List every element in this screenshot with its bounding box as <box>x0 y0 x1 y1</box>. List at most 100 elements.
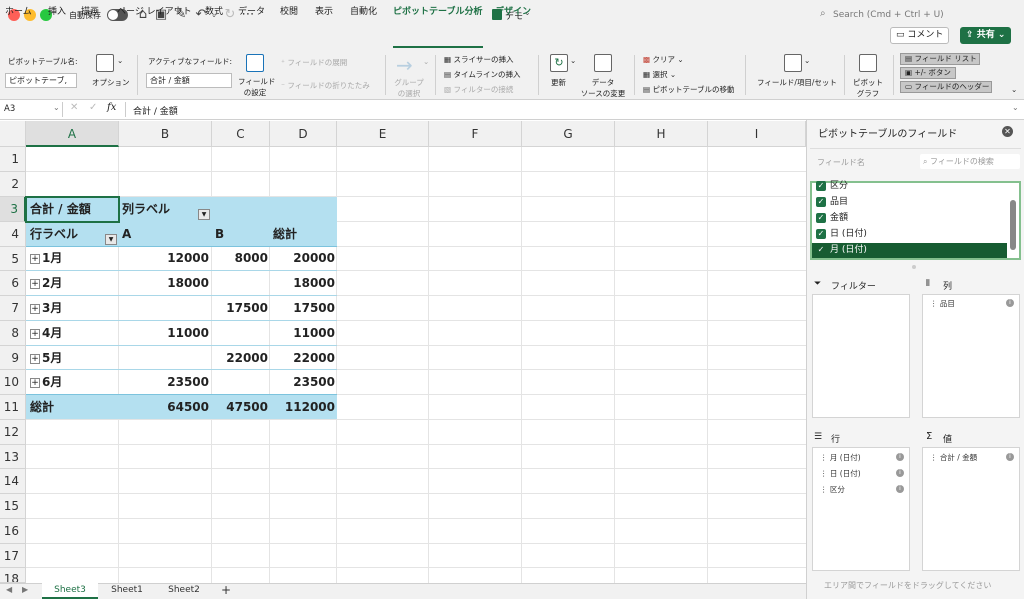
pivot-cell-b[interactable]: 22000 <box>212 346 268 370</box>
pivot-cell-b[interactable]: 8000 <box>212 246 268 270</box>
select-button[interactable]: ▦ 選択 ⌄ <box>643 69 676 80</box>
row-header-13[interactable]: 13 <box>0 445 26 469</box>
row-header-9[interactable]: 9 <box>0 346 26 370</box>
expand-field-button[interactable]: ⁺ フィールドの展開 <box>281 57 347 68</box>
tab-data[interactable]: データ <box>238 4 265 17</box>
move-pivot-button[interactable]: ▤ ピボットテーブルの移動 <box>643 84 735 95</box>
pivot-cell-total[interactable]: 11000 <box>270 321 335 345</box>
row-filter-dropdown-icon[interactable]: ▼ <box>105 234 117 245</box>
field-list-scrollbar[interactable] <box>1010 200 1016 250</box>
checkbox-checked-icon[interactable]: ✓ <box>816 212 826 223</box>
field-item-kubun[interactable]: ✓ 区分 <box>816 179 1006 194</box>
expand-icon[interactable]: + <box>30 353 40 364</box>
pivot-chart-button[interactable]: ピボット グラフ <box>849 77 887 99</box>
tab-formulas[interactable]: 数式 <box>205 4 223 17</box>
column-header-g[interactable]: G <box>522 121 615 147</box>
options-button[interactable]: オプション <box>92 77 130 88</box>
expand-icon[interactable]: + <box>30 303 40 314</box>
field-search-input[interactable]: ⌕ フィールドの検索 <box>920 154 1020 169</box>
formula-input[interactable]: 合計 / 金額 <box>133 104 178 117</box>
rows-item[interactable]: ⋮ 区分 <box>820 484 845 495</box>
pivot-row-label[interactable]: +1月 <box>30 246 62 270</box>
tab-automate[interactable]: 自動化 <box>350 4 377 17</box>
refresh-icon[interactable]: ↻ <box>550 54 568 72</box>
field-item-month[interactable]: ✓ 月 (日付) <box>812 243 1007 258</box>
field-item-kingaku[interactable]: ✓ 金額 <box>816 211 1006 226</box>
column-header-d[interactable]: D <box>270 121 337 147</box>
filter-connections-button[interactable]: ▧ フィルターの接続 <box>444 84 513 95</box>
tab-home[interactable]: ホーム <box>5 4 32 17</box>
ribbon-collapse-icon[interactable]: ⌄ <box>1011 85 1017 94</box>
row-header-15[interactable]: 15 <box>0 494 26 519</box>
column-header-e[interactable]: E <box>337 121 429 147</box>
fields-items-sets-icon[interactable] <box>784 54 802 72</box>
collapse-field-button[interactable]: ⁻ フィールドの折りたたみ <box>281 80 370 91</box>
expand-icon[interactable]: + <box>30 253 40 264</box>
function-icon[interactable]: fx <box>107 102 116 113</box>
name-box-chevron-icon[interactable]: ⌄ <box>53 103 60 112</box>
fields-items-chevron-icon[interactable]: ⌄ <box>804 56 810 65</box>
pivot-cell-total[interactable]: 17500 <box>270 296 335 320</box>
tab-insert[interactable]: 挿入 <box>48 4 66 17</box>
fields-items-sets-button[interactable]: フィールド/項目/セット <box>757 77 837 88</box>
row-header-18[interactable]: 18 <box>0 568 26 583</box>
row-header-5[interactable]: 5 <box>0 247 26 271</box>
info-icon[interactable]: i <box>896 469 904 477</box>
group-chevron-icon[interactable]: ⌄ <box>423 57 429 66</box>
row-header-10[interactable]: 10 <box>0 370 26 395</box>
pivot-total-header[interactable]: 総計 <box>273 222 297 246</box>
row-header-3[interactable]: 3 <box>0 197 26 222</box>
row-header-2[interactable]: 2 <box>0 172 26 197</box>
search-input[interactable]: Search (Cmd + Ctrl + U) <box>833 10 944 20</box>
tab-draw[interactable]: 描画 <box>81 4 99 17</box>
checkbox-checked-icon[interactable]: ✓ <box>816 196 826 207</box>
column-header-f[interactable]: F <box>429 121 522 147</box>
row-header-12[interactable]: 12 <box>0 420 26 445</box>
pivot-grand-total-label[interactable]: 総計 <box>30 395 54 419</box>
sheet-prev-icon[interactable]: ◀ <box>6 585 12 594</box>
field-item-hinmoku[interactable]: ✓ 品目 <box>816 195 1006 210</box>
row-header-4[interactable]: 4 <box>0 222 26 247</box>
cancel-icon[interactable]: ✕ <box>70 102 78 113</box>
pivot-row-label[interactable]: +5月 <box>30 346 62 370</box>
info-icon[interactable]: i <box>896 453 904 461</box>
share-button[interactable]: ⇪ 共有 ⌄ <box>960 27 1012 44</box>
checkbox-checked-icon[interactable]: ✓ <box>816 228 826 239</box>
pivot-grand-total-a[interactable]: 64500 <box>119 395 209 419</box>
pivot-column-labels[interactable]: 列ラベル <box>122 197 170 221</box>
info-icon[interactable]: i <box>896 485 904 493</box>
values-drop-area[interactable] <box>922 447 1020 571</box>
refresh-chevron-icon[interactable]: ⌄ <box>570 56 576 65</box>
options-icon[interactable] <box>96 54 114 72</box>
field-settings-button[interactable]: フィールド の設定 <box>238 76 275 98</box>
pivot-col-b-header[interactable]: B <box>215 222 224 246</box>
sheet-tab-sheet3[interactable]: Sheet3 <box>42 583 98 599</box>
info-icon[interactable]: i <box>1006 453 1014 461</box>
sheet-tab-sheet1[interactable]: Sheet1 <box>100 583 154 599</box>
field-item-day[interactable]: ✓ 日 (日付) <box>816 227 1006 242</box>
expand-icon[interactable]: + <box>30 377 40 388</box>
confirm-icon[interactable]: ✓ <box>89 102 97 113</box>
pivot-cell-a[interactable]: 11000 <box>119 321 209 345</box>
column-header-a[interactable]: A <box>26 121 119 147</box>
pivot-grand-total-b[interactable]: 47500 <box>212 395 268 419</box>
filter-drop-area[interactable] <box>812 294 910 418</box>
pivot-cell-a[interactable]: 12000 <box>119 246 209 270</box>
pivot-grand-total[interactable]: 112000 <box>270 395 335 419</box>
pivot-cell-total[interactable]: 20000 <box>270 246 335 270</box>
tab-review[interactable]: 校閲 <box>280 4 298 17</box>
checkbox-checked-icon[interactable]: ✓ <box>816 244 826 255</box>
field-headers-toggle[interactable]: ▭ フィールドのヘッダー <box>900 81 992 93</box>
plus-minus-toggle[interactable]: ▣ +/- ボタン <box>900 67 956 79</box>
pivot-cell-a[interactable]: 23500 <box>119 370 209 394</box>
pivot-col-a-header[interactable]: A <box>122 222 131 246</box>
pivot-row-label[interactable]: +6月 <box>30 370 62 394</box>
row-header-6[interactable]: 6 <box>0 271 26 296</box>
columns-item[interactable]: ⋮ 品目 <box>930 298 955 309</box>
pivot-row-label[interactable]: +3月 <box>30 296 62 320</box>
insert-timeline-button[interactable]: ▤ タイムラインの挿入 <box>444 69 520 80</box>
redo-icon[interactable]: ↻ <box>222 7 238 23</box>
rows-drop-area[interactable] <box>812 447 910 571</box>
pivot-chart-icon[interactable] <box>859 54 877 72</box>
sheet-next-icon[interactable]: ▶ <box>22 585 28 594</box>
